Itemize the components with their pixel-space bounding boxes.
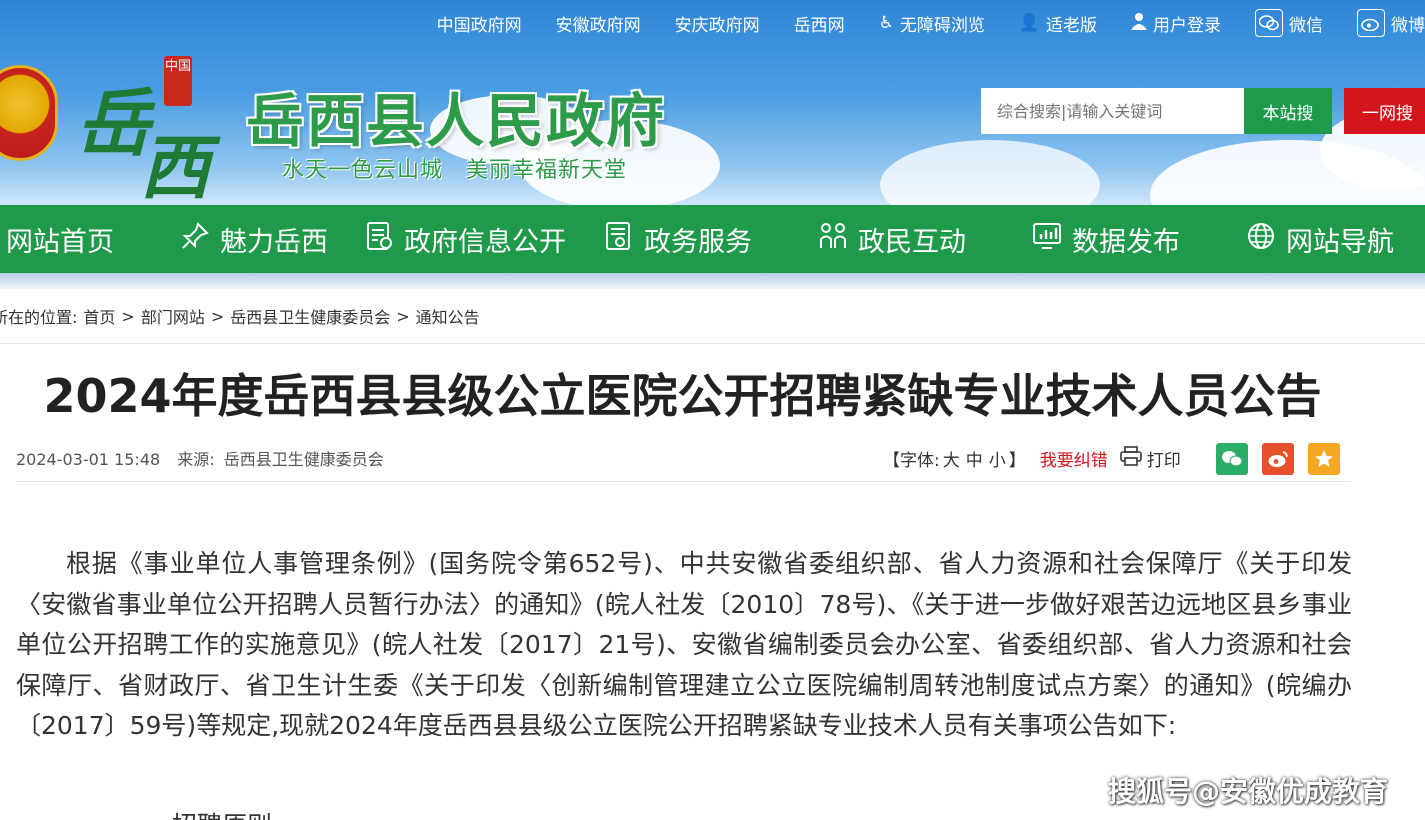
link-anqing-gov[interactable]: 安庆政府网	[675, 11, 760, 36]
pin-icon	[180, 221, 210, 258]
chart-monitor-icon	[1032, 221, 1062, 258]
nav-label: 政府信息公开	[404, 226, 566, 258]
share-qzone-icon[interactable]	[1308, 443, 1340, 475]
breadcrumb: 所在的位置: 首页 > 部门网站 > 岳西县卫生健康委员会 > 通知公告	[0, 304, 480, 328]
search-all-button[interactable]: 一网搜	[1344, 88, 1425, 134]
main-nav: 网站首页 魅力岳西 政府信息公开 政务服务 政民互动 数据发布 网站导航	[0, 205, 1425, 273]
nav-item-site-nav[interactable]: 网站导航	[1246, 205, 1394, 273]
logo-calligraphy-yue: 岳	[76, 81, 150, 167]
source-label: 来源:	[177, 450, 215, 469]
nav-item-interaction[interactable]: 政民互动	[818, 205, 966, 273]
breadcrumb-health-commission[interactable]: 岳西县卫生健康委员会	[230, 304, 390, 328]
wechat-icon	[1255, 9, 1283, 37]
publish-date: 2024-03-01 15:48	[16, 450, 161, 469]
nav-label: 网站导航	[1286, 226, 1394, 258]
nav-label: 网站首页	[6, 226, 114, 258]
weibo-icon	[1357, 9, 1385, 37]
wheelchair-icon: ♿	[878, 13, 894, 33]
weibo-link[interactable]: 微博	[1357, 9, 1425, 37]
breadcrumb-separator: >	[121, 306, 135, 326]
link-china-gov[interactable]: 中国政府网	[437, 11, 522, 36]
article-meta: 2024-03-01 15:48 来源: 岳西县卫生健康委员会	[16, 446, 396, 470]
elder-icon: 👤	[1018, 13, 1040, 33]
breadcrumb-notices[interactable]: 通知公告	[416, 304, 480, 328]
source-value: 岳西县卫生健康委员会	[223, 450, 384, 469]
font-size-large[interactable]: 大	[943, 446, 960, 471]
font-size-small[interactable]: 小	[989, 446, 1006, 471]
divider	[16, 481, 1350, 482]
user-icon	[1131, 12, 1147, 35]
wechat-label: 微信	[1289, 15, 1323, 36]
font-size-label: 【字体:	[883, 450, 940, 471]
document-list-icon	[364, 221, 394, 258]
nav-label: 政务服务	[644, 226, 752, 258]
site-slogan: 水天一色云山城 美丽幸福新天堂	[282, 158, 628, 183]
article-tools: 【字体: 大 中 小 】 我要纠错 打印	[883, 440, 1181, 476]
wechat-link[interactable]: 微信	[1255, 9, 1323, 37]
search-site-button[interactable]: 本站搜	[1244, 88, 1332, 134]
elder-label: 适老版	[1046, 15, 1097, 36]
divider	[0, 343, 1425, 344]
breadcrumb-separator: >	[396, 306, 410, 326]
error-report-link[interactable]: 我要纠错	[1040, 446, 1108, 471]
accessibility-link[interactable]: ♿ 无障碍浏览	[879, 11, 985, 36]
font-size-label-close: 】	[1008, 450, 1026, 471]
breadcrumb-prefix: 所在的位置:	[0, 308, 78, 327]
service-icon	[604, 221, 634, 258]
people-icon	[818, 221, 848, 258]
elder-mode-link[interactable]: 👤 适老版	[1019, 11, 1097, 36]
nav-item-charm[interactable]: 魅力岳西	[180, 205, 328, 273]
nav-label: 数据发布	[1072, 226, 1180, 258]
accessibility-label: 无障碍浏览	[899, 15, 985, 36]
article-paragraph: 根据《事业单位人事管理条例》(国务院令第652号)、中共安徽省委组织部、省人力资…	[16, 549, 1352, 740]
breadcrumb-dept-sites[interactable]: 部门网站	[141, 304, 205, 328]
share-weibo-icon[interactable]	[1262, 443, 1294, 475]
nav-label: 魅力岳西	[220, 226, 328, 258]
article-body: 根据《事业单位人事管理条例》(国务院令第652号)、中共安徽省委组织部、省人力资…	[16, 544, 1352, 747]
site-title: 岳西县人民政府	[246, 87, 667, 155]
globe-icon	[1246, 221, 1276, 258]
cloud-decoration	[880, 140, 1100, 205]
nav-item-data-release[interactable]: 数据发布	[1032, 205, 1180, 273]
nav-label: 政民互动	[858, 226, 966, 258]
print-button[interactable]: 打印	[1119, 445, 1181, 471]
nav-item-info-disclosure[interactable]: 政府信息公开	[364, 205, 566, 273]
link-yuexi-net[interactable]: 岳西网	[794, 11, 845, 36]
font-size-medium[interactable]: 中	[966, 446, 983, 471]
header-banner: 中国政府网 安徽政府网 安庆政府网 岳西网 ♿ 无障碍浏览 👤 适老版 用户登录…	[0, 0, 1425, 205]
nav-shadow	[0, 273, 1425, 289]
weibo-label: 微博	[1391, 15, 1425, 36]
section-heading: 一、招聘原则	[122, 806, 272, 820]
breadcrumb-home[interactable]: 首页	[83, 304, 115, 328]
article-title: 2024年度岳西县县级公立医院公开招聘紧缺专业技术人员公告	[43, 369, 1322, 423]
print-label: 打印	[1146, 450, 1181, 471]
link-anhui-gov[interactable]: 安徽政府网	[556, 11, 641, 36]
nav-item-home[interactable]: 网站首页	[6, 205, 114, 273]
nav-item-gov-service[interactable]: 政务服务	[604, 205, 752, 273]
breadcrumb-separator: >	[210, 306, 225, 326]
top-utility-bar: 中国政府网 安徽政府网 安庆政府网 岳西网 ♿ 无障碍浏览 👤 适老版 用户登录…	[403, 0, 1425, 46]
login-label: 用户登录	[1153, 15, 1221, 36]
search-bar: 本站搜 一网搜	[981, 88, 1425, 134]
national-emblem-icon	[0, 65, 58, 161]
logo-seal: 中国	[164, 56, 192, 106]
share-wechat-icon[interactable]	[1216, 443, 1248, 475]
watermark: 搜狐号@安徽优成教育	[1108, 775, 1389, 808]
printer-icon	[1119, 445, 1142, 471]
logo-calligraphy-xi: 西	[140, 126, 210, 205]
search-input[interactable]	[981, 88, 1244, 134]
login-link[interactable]: 用户登录	[1131, 11, 1221, 36]
